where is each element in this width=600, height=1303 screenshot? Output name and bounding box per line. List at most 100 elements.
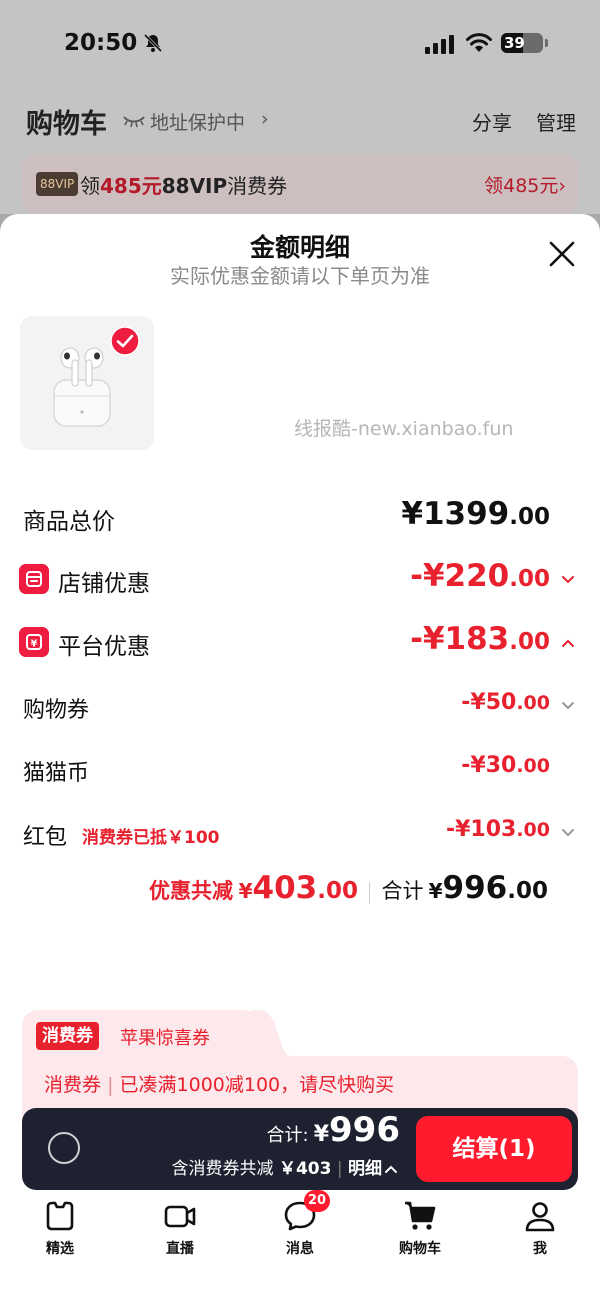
select-all-radio[interactable]: [48, 1132, 80, 1164]
row-shopping-voucher[interactable]: 购物券 -¥50.00: [0, 684, 600, 728]
price-integer: 50: [485, 690, 517, 715]
detail-prefix: 含消费券共减: [171, 1159, 274, 1179]
manage-button[interactable]: 管理: [536, 107, 576, 136]
coupon-progress-text: 消费券 | 已凑满1000减100，请尽快购买: [44, 1070, 394, 1097]
red-packet-label: 红包: [23, 825, 68, 850]
checkbox-checked-icon[interactable]: [110, 326, 140, 356]
tab-label: 直播: [166, 1241, 194, 1257]
share-button[interactable]: 分享: [472, 107, 512, 136]
checkout-bar: 合计: ¥996 含消费券共减 ￥403 | 明细 结算(1): [22, 1108, 578, 1190]
coupon-tab-title: 苹果惊喜券: [120, 1028, 210, 1049]
total-price-label: 商品总价: [23, 509, 115, 535]
platform-coupon-icon: ¥: [19, 627, 49, 657]
airpods-image: [53, 347, 111, 427]
total-integer: 996: [442, 870, 508, 906]
chevron-right-icon: ›: [261, 108, 269, 130]
close-icon[interactable]: [548, 240, 576, 268]
status-bar: 20:50 39: [0, 22, 600, 66]
total-discount: 优惠共减 ¥403.00: [149, 870, 358, 906]
status-time: 20:50: [64, 30, 138, 56]
coupon-line-text: 已凑满1000减100，请尽快购买: [119, 1074, 395, 1096]
divider: [369, 882, 370, 904]
tab-cart[interactable]: 购物车: [380, 1194, 460, 1264]
grand-total-label: 合计: [381, 879, 424, 903]
price-decimal: .00: [509, 629, 550, 655]
cat-coin-label: 猫猫币: [23, 761, 90, 786]
price-integer: 103: [470, 817, 517, 842]
checkout-amount: 996: [329, 1110, 400, 1150]
tab-label: 我: [533, 1241, 547, 1257]
checkout-total-label: 合计:: [266, 1125, 309, 1146]
checkout-detail[interactable]: 含消费券共减 ￥403 | 明细: [172, 1154, 398, 1179]
wifi-icon: [466, 33, 492, 52]
settle-button[interactable]: 结算(1): [416, 1116, 572, 1182]
coupon-tab-slope: [252, 1010, 292, 1058]
separator: |: [107, 1074, 114, 1096]
cart-header: 购物车 地址保护中 › 分享 管理: [0, 92, 600, 148]
row-red-packet[interactable]: 红包 消费券已抵￥100 -¥103.00: [0, 811, 600, 855]
total-price-value: ¥1399.00: [401, 496, 550, 532]
price-decimal: .00: [516, 819, 550, 841]
coupon-line-label: 消费券: [44, 1074, 102, 1096]
shopping-voucher-value: -¥50.00: [461, 690, 550, 715]
chevron-right-icon: ›: [558, 175, 566, 197]
row-total-price: 商品总价 ¥1399.00: [0, 494, 600, 538]
vip-badge: 88VIP: [36, 172, 79, 196]
vip-amount: 485元: [100, 174, 162, 198]
price-decimal: .00: [516, 755, 550, 777]
minus-currency: -¥: [461, 753, 486, 778]
row-store-discount[interactable]: 店铺优惠 -¥220.00: [0, 556, 600, 600]
amount-detail-sheet: 金额明细 实际优惠金额请以下单页为准 线报酷-new.xianbao.fun 商…: [0, 214, 600, 1303]
discount-decimal: .00: [317, 878, 358, 904]
price-decimal: .00: [509, 504, 550, 530]
bottom-tab-bar: 精选 直播 20 消息 购物车 我: [0, 1190, 600, 1274]
dimmed-cart-page: 20:50 39 购物车 地址保护中 › 分享 管理 88VIP 领485元88…: [0, 0, 600, 214]
row-platform-discount[interactable]: ¥ 平台优惠 -¥183.00: [0, 619, 600, 663]
discount-summary: 优惠共减 ¥403.00 合计 ¥996 .00: [0, 870, 600, 916]
closed-eye-icon: [123, 116, 145, 128]
tab-live[interactable]: 直播: [140, 1194, 220, 1264]
chevron-up-icon[interactable]: [560, 635, 576, 651]
price-integer: 1399: [422, 496, 510, 532]
minus-currency: -¥: [445, 817, 471, 842]
battery-tip: [545, 39, 548, 47]
tab-label: 消息: [286, 1241, 314, 1257]
shopping-voucher-label: 购物券: [23, 698, 90, 723]
vip-claim-label: 领485元: [484, 175, 559, 197]
chevron-down-icon[interactable]: [560, 698, 576, 714]
price-decimal: .00: [509, 566, 550, 592]
currency-symbol: ¥: [401, 496, 423, 532]
price-integer: 30: [485, 753, 517, 778]
tab-messages[interactable]: 20 消息: [260, 1190, 340, 1264]
price-integer: 220: [444, 558, 510, 594]
currency-symbol: ¥: [238, 879, 253, 903]
vip-prefix: 领: [80, 174, 100, 198]
svg-text:¥: ¥: [31, 639, 38, 650]
price-decimal: .00: [516, 692, 550, 714]
bell-muted-icon: [143, 33, 163, 53]
platform-discount-label: 平台优惠: [58, 634, 150, 660]
vip-claim-link[interactable]: 领485元›: [484, 171, 566, 198]
vip-banner-text: 领485元88VIP消费券: [80, 170, 287, 199]
cart-icon: [405, 1201, 436, 1230]
cellular-signal-icon: [425, 35, 454, 54]
minus-currency: -¥: [461, 690, 486, 715]
chevron-down-icon[interactable]: [560, 825, 576, 841]
store-discount-label: 店铺优惠: [58, 571, 150, 597]
message-count-badge: 20: [304, 1190, 331, 1212]
vip-coupon-banner[interactable]: 88VIP 领485元88VIP消费券 领485元›: [22, 155, 578, 212]
tab-profile[interactable]: 我: [500, 1194, 580, 1264]
coupon-badge: 消费券: [36, 1022, 99, 1050]
battery-level: 39: [504, 34, 525, 52]
tab-featured[interactable]: 精选: [20, 1194, 100, 1264]
store-discount-value: -¥220.00: [410, 558, 550, 594]
detail-amount: ￥403: [278, 1159, 332, 1179]
page-title: 购物车: [26, 109, 107, 140]
chevron-down-icon[interactable]: [560, 572, 576, 588]
sheet-subtitle: 实际优惠金额请以下单页为准: [170, 264, 430, 288]
detail-link: 明细: [348, 1159, 382, 1179]
cat-coin-value: -¥30.00: [461, 753, 550, 778]
platform-discount-value: -¥183.00: [410, 621, 550, 657]
address-protect-link[interactable]: 地址保护中: [150, 108, 245, 135]
red-packet-note: 消费券已抵￥100: [82, 828, 220, 848]
